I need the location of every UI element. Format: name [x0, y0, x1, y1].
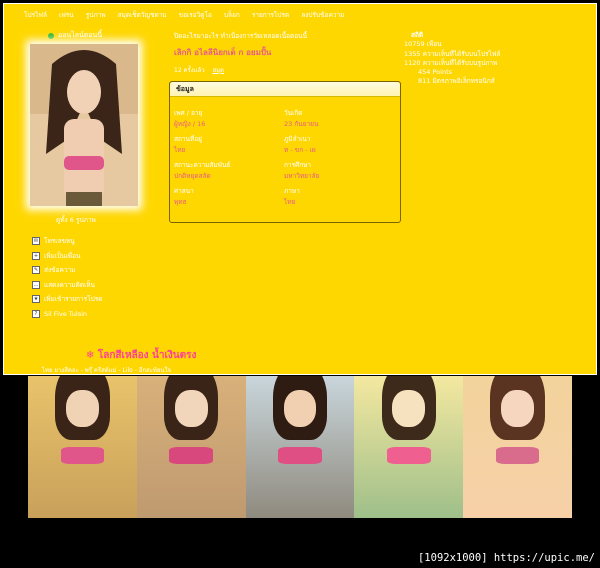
info-field: เพศ / อายุ ผู้หญิง / 16 — [174, 108, 284, 129]
stat-subline: 811 มิตรภาพอิเล็กทรอนิกส์ — [418, 77, 495, 86]
info-field: ภาษา ไทย — [284, 186, 394, 207]
nav-videos[interactable]: ขอเรอวิดูโอ — [179, 10, 212, 20]
stat-line: 10759 เพื่อน — [404, 40, 442, 49]
info-fields: เพศ / อายุ ผู้หญิง / 16 วันเกิด 23 กันยา… — [174, 108, 394, 207]
info-field: ภูมิลำเนา ท - ขก - เผ — [284, 134, 394, 155]
field-label: ภูมิลำเนา — [284, 135, 311, 143]
stats-panel: สถิติ 10759 เพื่อน 1355 ความเห็นที่ได้รั… — [404, 31, 500, 87]
nav-guestbook[interactable]: สมุดเช็ตวัญชดาม — [118, 10, 167, 20]
nav-blog[interactable]: บล็อก — [224, 10, 240, 20]
snowflake-icon: ❄ — [86, 350, 98, 361]
photo-content — [387, 447, 431, 465]
footer-subtitle: ไทย ยางสีคละ - พรุ๊ ครีสต์แม่ - Lilo - อ… — [42, 367, 171, 374]
info-box: ข้อมูล เพศ / อายุ ผู้หญิง / 16 วันเกิด 2… — [169, 81, 401, 223]
action-label: เพิ่มเป็นเพื่อน — [44, 251, 81, 260]
field-label: สถานะความสัมพันธ์ — [174, 161, 231, 169]
photo-content — [283, 390, 317, 428]
meta-text: 12 ครั้งแล้ว — [174, 67, 205, 74]
field-value: ท - ขก - เผ — [284, 146, 316, 154]
photo-content — [501, 390, 534, 428]
action-add-friend[interactable]: + เพิ่มเป็นเพื่อน — [32, 249, 102, 264]
meta-link[interactable]: สมุด — [213, 67, 225, 74]
field-value: 23 กันยายน — [284, 120, 319, 128]
field-label: วันเกิด — [284, 109, 303, 117]
gallery-photo[interactable] — [354, 376, 464, 518]
field-value: ปกติหยุดสลัด — [174, 172, 211, 180]
info-field: สถานที่อยู่ ไทย — [174, 134, 284, 155]
footer-title: ❄ โลกสีเหลือง น้ำเงินตรง — [86, 348, 196, 363]
avatar-photo — [30, 44, 138, 206]
action-label: โทรเลขหนู — [44, 237, 75, 246]
field-value: พุทธ — [174, 198, 187, 206]
photo-content — [66, 390, 99, 428]
action-message[interactable]: ✎ ส่งข้อความ — [32, 263, 102, 278]
photo-content — [392, 390, 426, 428]
stat-line: 1355 ความเห็นที่ได้รับบนโปรไฟล์ — [404, 49, 501, 58]
mail-icon: ✉ — [32, 237, 40, 246]
online-status: ออนไลน์ตอนนี้ — [48, 30, 102, 41]
field-label: สถานที่อยู่ — [174, 135, 202, 143]
photo-content — [495, 447, 540, 465]
field-value: มหาวิทยาลัย — [284, 172, 320, 180]
info-header: ข้อมูล — [170, 82, 400, 97]
info-field: สถานะความสัมพันธ์ ปกติหยุดสลัด — [174, 160, 284, 181]
profile-actions: ✉ โทรเลขหนู + เพิ่มเป็นเพื่อน ✎ ส่งข้อคว… — [32, 234, 102, 321]
profile-page: โปรไฟล์ เฟรน รูปภาพ สมุดเช็ตวัญชดาม ขอเร… — [3, 3, 597, 375]
action-comment[interactable]: … แสดงความคิดเห็น — [32, 278, 102, 293]
profile-footer: ❄ โลกสีเหลือง น้ำเงินตรง ไทย ยางสีคละ - … — [42, 348, 196, 375]
footer-title-text: โลกสีเหลือง น้ำเงินตรง — [97, 350, 197, 361]
display-name: เลิกกิ อไลลีนิยกเด็ ก อยมปั้น — [174, 48, 272, 57]
action-mail[interactable]: ✉ โทรเลขหนู — [32, 234, 102, 249]
profile-avatar[interactable] — [30, 44, 138, 206]
photo-content — [60, 447, 105, 465]
gallery-photo[interactable] — [463, 376, 572, 518]
image-credit: [1092x1000] https://upic.me/ — [417, 552, 595, 564]
photo-content — [169, 447, 213, 465]
photo-count-link[interactable]: ดูทั้ง 6 รูปภาพ — [56, 215, 96, 225]
field-label: เพศ / อายุ — [174, 109, 203, 117]
action-favorite[interactable]: ★ เพิ่มเข้ารายการโปรด — [32, 292, 102, 307]
photo-content — [278, 447, 322, 465]
info-field: การศึกษา มหาวิทยาลัย — [284, 160, 394, 181]
nav-profile[interactable]: โปรไฟล์ — [24, 10, 47, 20]
action-label: ส่งข้อความ — [44, 266, 76, 275]
stats-title: สถิติ — [411, 31, 424, 39]
nav-friends[interactable]: เฟรน — [59, 10, 74, 20]
action-label: Sil Five Tulsin — [44, 309, 88, 318]
add-friend-icon: + — [32, 251, 40, 260]
top-nav: โปรไฟล์ เฟรน รูปภาพ สมุดเช็ตวัญชดาม ขอเร… — [24, 10, 344, 20]
info-field: ศาสนา พุทธ — [174, 186, 284, 207]
action-help[interactable]: ? Sil Five Tulsin — [32, 307, 102, 322]
nav-favorites[interactable]: รายการโปรด — [252, 10, 289, 20]
info-field: วันเกิด 23 กันยายน — [284, 108, 394, 129]
field-label: ศาสนา — [174, 187, 194, 195]
field-label: ภาษา — [284, 187, 300, 195]
field-label: การศึกษา — [284, 161, 312, 169]
message-icon: ✎ — [32, 266, 40, 275]
action-label: เพิ่มเข้ารายการโปรด — [44, 295, 103, 304]
nav-photos[interactable]: รูปภาพ — [86, 10, 106, 20]
field-value: ผู้หญิง / 16 — [174, 120, 206, 128]
status-line: ปิดอะไรมาอะไร ทำเนื่องการวัยเหลอดเนื้อตอ… — [174, 32, 308, 40]
profile-meta: 12 ครั้งแล้ว สมุด — [174, 65, 224, 75]
gallery-photo[interactable] — [136, 376, 246, 518]
field-value: ไทย — [284, 198, 296, 206]
online-dot-icon — [48, 32, 54, 39]
comment-icon: … — [32, 280, 40, 289]
nav-post[interactable]: ลงปรับข้อความ — [301, 10, 344, 20]
online-label: ออนไลน์ตอนนี้ — [58, 31, 103, 39]
action-label: แสดงความคิดเห็น — [44, 280, 96, 289]
field-value: ไทย — [174, 146, 186, 154]
photo-gallery — [28, 376, 572, 518]
favorite-icon: ★ — [32, 295, 40, 304]
gallery-photo[interactable] — [28, 376, 137, 518]
gallery-photo[interactable] — [245, 376, 355, 518]
help-icon: ? — [32, 309, 40, 318]
stat-line: 1120 ความเห็นที่ได้รับบนรูปภาพ — [404, 58, 498, 67]
photo-content — [174, 390, 208, 428]
